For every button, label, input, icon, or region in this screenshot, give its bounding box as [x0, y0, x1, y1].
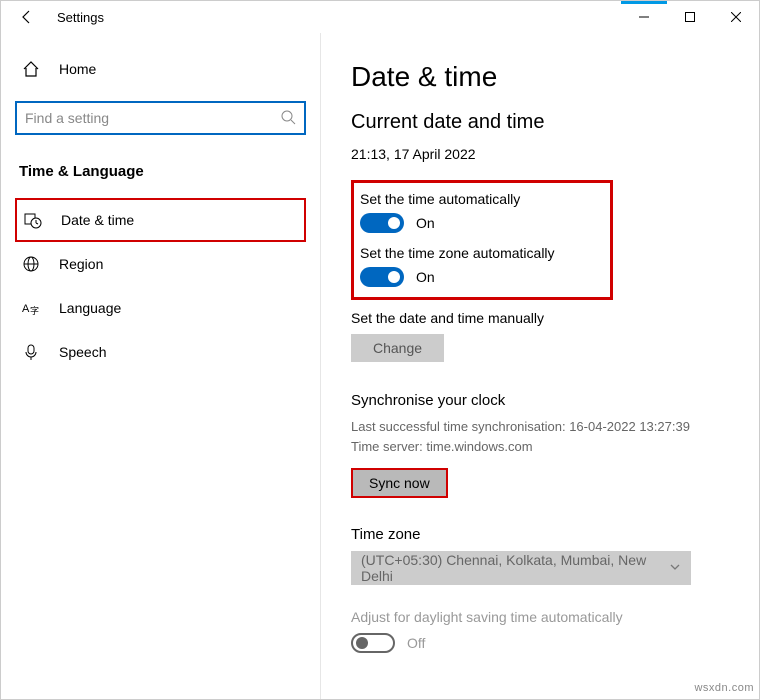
auto-tz-label: Set the time zone automatically	[360, 245, 600, 261]
back-button[interactable]	[13, 3, 41, 31]
watermark: wsxdn.com	[694, 682, 754, 694]
timezone-select: (UTC+05:30) Chennai, Kolkata, Mumbai, Ne…	[351, 551, 691, 585]
nav-item-region[interactable]: Region	[15, 242, 306, 286]
window-controls	[621, 1, 759, 33]
clock-calendar-icon	[23, 211, 43, 229]
sync-title: Synchronise your clock	[351, 392, 733, 409]
time-server-text: Time server: time.windows.com	[351, 437, 733, 457]
dst-state: Off	[407, 635, 425, 651]
sidebar: Home Time & Language Date & time	[1, 33, 321, 699]
change-button: Change	[351, 334, 444, 362]
titlebar: Settings	[1, 1, 759, 33]
timezone-title: Time zone	[351, 526, 733, 543]
manual-label: Set the date and time manually	[351, 310, 733, 326]
dst-toggle	[351, 633, 395, 653]
nav-item-label: Region	[59, 256, 103, 272]
microphone-icon	[21, 343, 41, 361]
search-input[interactable]	[25, 110, 280, 126]
content-pane: Date & time Current date and time 21:13,…	[321, 33, 759, 699]
timezone-value: (UTC+05:30) Chennai, Kolkata, Mumbai, Ne…	[361, 552, 669, 584]
auto-time-toggle[interactable]	[360, 213, 404, 233]
nav-item-date-time[interactable]: Date & time	[15, 198, 306, 242]
chevron-down-icon	[669, 560, 681, 576]
nav-item-label: Speech	[59, 344, 106, 360]
section-title: Current date and time	[351, 111, 733, 134]
dst-label: Adjust for daylight saving time automati…	[351, 609, 733, 625]
minimize-button[interactable]	[621, 1, 667, 33]
home-icon	[21, 60, 41, 78]
page-title: Date & time	[351, 61, 733, 93]
nav-item-label: Date & time	[61, 212, 134, 228]
auto-time-state: On	[416, 215, 435, 231]
maximize-button[interactable]	[667, 1, 713, 33]
nav-item-label: Language	[59, 300, 121, 316]
auto-time-label: Set the time automatically	[360, 191, 600, 207]
globe-icon	[21, 255, 41, 273]
auto-tz-toggle[interactable]	[360, 267, 404, 287]
current-datetime: 21:13, 17 April 2022	[351, 146, 733, 162]
window-title: Settings	[57, 10, 104, 25]
search-icon	[280, 109, 296, 128]
nav-item-language[interactable]: A字 Language	[15, 286, 306, 330]
search-box[interactable]	[15, 101, 306, 135]
home-label: Home	[59, 61, 96, 77]
close-button[interactable]	[713, 1, 759, 33]
sync-now-button[interactable]: Sync now	[351, 468, 448, 498]
category-title: Time & Language	[15, 163, 306, 180]
language-icon: A字	[21, 299, 41, 317]
auto-tz-state: On	[416, 269, 435, 285]
auto-settings-highlight: Set the time automatically On Set the ti…	[351, 180, 613, 300]
svg-text:A: A	[22, 303, 30, 315]
home-nav[interactable]: Home	[15, 51, 306, 87]
nav-item-speech[interactable]: Speech	[15, 330, 306, 374]
svg-text:字: 字	[30, 305, 39, 316]
last-sync-text: Last successful time synchronisation: 16…	[351, 417, 733, 437]
sync-info: Last successful time synchronisation: 16…	[351, 417, 733, 456]
nav-list: Date & time Region A字 Language	[15, 198, 306, 374]
